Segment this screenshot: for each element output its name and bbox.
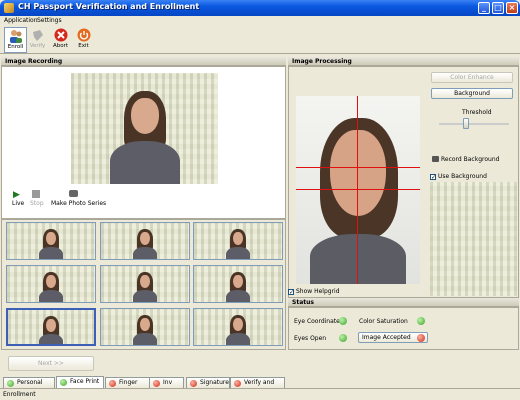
thumbnail[interactable]: [100, 308, 190, 346]
show-helpgrid-checkmark: ✓: [288, 289, 295, 296]
close-button[interactable]: ×: [506, 2, 518, 14]
stop-icon: [32, 190, 40, 198]
play-icon: ▶: [13, 190, 20, 200]
tab-personal-data[interactable]: Personal Data: [3, 377, 55, 396]
show-helpgrid-checkbox[interactable]: ✓ Show Helpgrid: [288, 288, 340, 296]
processed-face-image: [296, 96, 420, 284]
status-bar: Enrollment: [0, 388, 520, 400]
tab-signature[interactable]: Signature: [186, 377, 230, 388]
enroll-icon: [9, 30, 22, 43]
tab-face-print[interactable]: Face Print: [56, 376, 104, 388]
live-button[interactable]: Live: [12, 200, 24, 207]
use-background-checkmark: ✓: [430, 174, 437, 181]
tab-finger-print[interactable]: Finger Print: [105, 377, 152, 396]
image-accepted-label: Image Accepted: [362, 334, 411, 341]
menu-bar: Application Settings: [0, 16, 520, 26]
error-icon: [190, 380, 197, 387]
thumbnail[interactable]: [6, 265, 96, 303]
exit-label: Exit: [78, 43, 89, 49]
thumbnail[interactable]: [193, 308, 283, 346]
tab-inv[interactable]: Inv: [149, 377, 184, 388]
enroll-label: Enroll: [7, 44, 24, 50]
eyes-open-ok-icon: [339, 334, 347, 342]
background-preview: [430, 182, 517, 296]
verify-label: Verify: [29, 43, 46, 49]
error-icon: [234, 380, 241, 387]
eye-coordinates-ok-icon: [339, 317, 347, 325]
abort-label: Abort: [52, 43, 69, 49]
tab-label: Signature: [200, 379, 229, 386]
color-enhance-button[interactable]: Color Enhance: [431, 72, 513, 83]
tab-verify-and-save[interactable]: Verify and Save: [230, 377, 285, 396]
thumbnail[interactable]: [6, 222, 96, 260]
threshold-slider-track: [439, 123, 509, 125]
status-area: [288, 307, 519, 350]
title-bar: CH Passport Verification and Enrollment …: [0, 0, 520, 16]
tab-label: Face Print: [70, 378, 100, 385]
abort-button[interactable]: Abort: [49, 27, 72, 53]
use-background-label: Use Background: [438, 173, 487, 180]
menu-application[interactable]: Application: [4, 17, 38, 24]
thumbnail[interactable]: [193, 222, 283, 260]
enrollment-tabs: Personal Data Face Print Finger Print In…: [0, 376, 520, 396]
image-accepted-error-icon: [417, 334, 425, 342]
next-button[interactable]: Next >>: [8, 356, 94, 371]
show-helpgrid-label: Show Helpgrid: [296, 288, 340, 295]
status-header: Status: [288, 298, 519, 307]
exit-button[interactable]: Exit: [72, 27, 95, 53]
image-processing-header: Image Processing: [288, 57, 519, 66]
camera-icon: [432, 156, 439, 162]
background-button[interactable]: Background: [431, 88, 513, 99]
error-icon: [153, 380, 160, 387]
verify-icon: [32, 30, 43, 41]
toolbar: Enroll Verify Abort Exit: [0, 26, 520, 54]
ok-icon: [60, 379, 67, 386]
power-icon: [77, 28, 90, 42]
tab-label: Inv: [163, 379, 173, 386]
thumbnail-selected[interactable]: [6, 308, 96, 346]
thumbnail[interactable]: [193, 265, 283, 303]
eyes-open-label: Eyes Open: [294, 335, 327, 342]
image-recording-header: Image Recording: [1, 57, 286, 66]
thumbnail[interactable]: [100, 265, 190, 303]
thumbnail[interactable]: [100, 222, 190, 260]
camera-icon: [69, 190, 78, 197]
color-saturation-ok-icon: [417, 317, 425, 325]
color-saturation-label: Color Saturation: [359, 318, 408, 325]
maximize-button[interactable]: □: [492, 2, 504, 14]
record-background-button[interactable]: Record Background: [432, 156, 499, 163]
make-photo-series-button[interactable]: Make Photo Series: [51, 200, 106, 207]
threshold-slider-handle[interactable]: [463, 118, 469, 129]
abort-icon: [54, 28, 67, 42]
menu-settings[interactable]: Settings: [37, 17, 62, 24]
minimize-button[interactable]: _: [478, 2, 490, 14]
stop-button[interactable]: Stop: [30, 200, 44, 207]
ok-icon: [7, 380, 14, 387]
window-title: CH Passport Verification and Enrollment: [18, 2, 200, 11]
verify-button[interactable]: Verify: [26, 27, 49, 53]
eye-coordinates-label: Eye Coordinates: [294, 318, 343, 325]
threshold-label: Threshold: [462, 109, 492, 116]
enroll-button[interactable]: Enroll: [4, 27, 27, 53]
app-icon: [4, 3, 14, 13]
error-icon: [109, 380, 116, 387]
use-background-checkbox[interactable]: ✓ Use Background: [430, 173, 487, 181]
live-camera-image: [71, 73, 218, 184]
record-background-label: Record Background: [441, 156, 500, 163]
